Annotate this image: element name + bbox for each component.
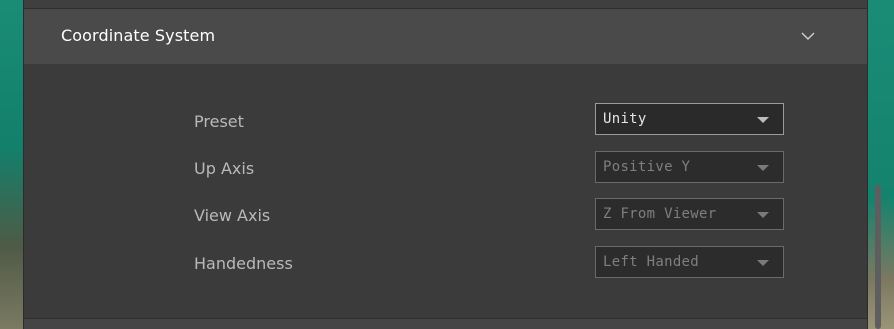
next-section-edge [24, 318, 867, 329]
handedness-select: Left Handed [595, 246, 784, 278]
view-axis-label: View Axis [194, 206, 271, 225]
view-axis-value: Z From Viewer [603, 206, 717, 222]
view-axis-select: Z From Viewer [595, 198, 784, 230]
coordinate-system-section-body: Preset Unity Up Axis Positive Y View Axi… [24, 64, 867, 318]
previous-section-edge [24, 0, 867, 9]
dropdown-caret-icon [757, 260, 769, 266]
preset-label: Preset [194, 112, 244, 131]
settings-panel: Coordinate System Preset Unity Up Axis P… [23, 0, 868, 329]
up-axis-value: Positive Y [603, 159, 691, 175]
coordinate-system-section-header[interactable]: Coordinate System [24, 9, 867, 64]
up-axis-label: Up Axis [194, 159, 255, 178]
dropdown-caret-icon [757, 165, 769, 171]
dropdown-caret-icon [757, 117, 769, 123]
scrollbar-thumb[interactable] [875, 185, 881, 329]
dropdown-caret-icon [757, 212, 769, 218]
backdrop-left [0, 0, 24, 329]
up-axis-select: Positive Y [595, 151, 784, 183]
handedness-value: Left Handed [603, 254, 700, 270]
chevron-up-icon[interactable] [801, 29, 815, 43]
preset-select[interactable]: Unity [595, 103, 784, 135]
preset-value: Unity [603, 111, 647, 127]
section-title: Coordinate System [61, 26, 216, 45]
handedness-label: Handedness [194, 254, 293, 273]
